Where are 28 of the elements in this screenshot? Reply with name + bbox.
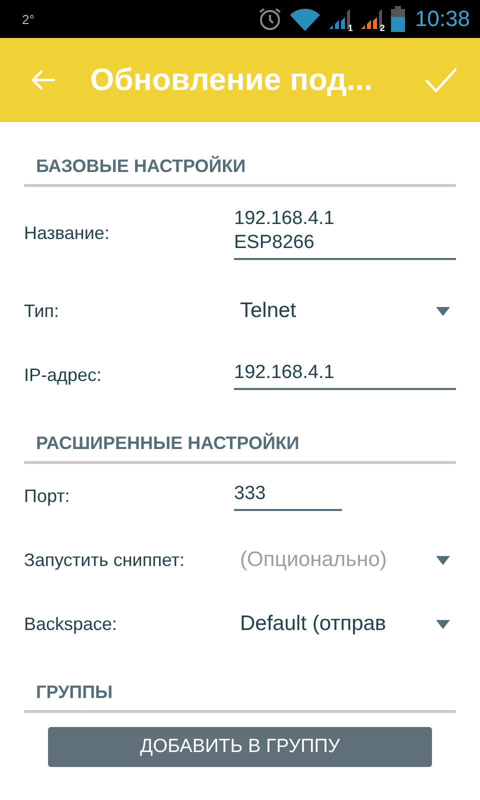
field-label: Тип: (24, 300, 60, 322)
battery-icon (390, 6, 405, 32)
section-header: РАСШИРЕННЫЕ НАСТРОЙКИ (36, 433, 300, 453)
input-field[interactable]: 192.168.4.1 (234, 360, 456, 390)
dropdown[interactable]: Telnet (234, 299, 456, 323)
section-header: БАЗОВЫЕ НАСТРОЙКИ (36, 156, 246, 176)
checkmark-icon[interactable] (424, 67, 458, 93)
field-label: Backspace: (24, 614, 118, 634)
temperature-text: 2° (22, 12, 34, 26)
caret-icon (436, 306, 450, 316)
wifi-icon (288, 7, 321, 31)
dropdown[interactable]: Default (отправ (234, 612, 456, 636)
sim-number-text: 2 (380, 23, 385, 33)
caret-icon (436, 620, 450, 628)
field-label: Порт: (24, 486, 71, 506)
input-field[interactable]: 333 (234, 482, 342, 510)
back-arrow-icon[interactable] (30, 69, 56, 91)
field-label: IP-адрес: (24, 364, 103, 386)
clock-text: 10:38 (414, 6, 470, 32)
add-to-group-button[interactable]: ДОБАВИТЬ В ГРУППУ (48, 727, 432, 767)
field-label: Название: (24, 222, 110, 244)
section-header: ГРУППЫ (36, 682, 113, 702)
screen-title: Обновление под... (90, 62, 374, 98)
caret-icon (436, 556, 450, 564)
alarm-clock-icon (256, 6, 283, 32)
sim-number-text: 1 (348, 23, 353, 33)
field-label: Запустить сниппет: (24, 550, 186, 570)
input-field[interactable]: 192.168.4.1 ESP8266 (234, 206, 456, 260)
